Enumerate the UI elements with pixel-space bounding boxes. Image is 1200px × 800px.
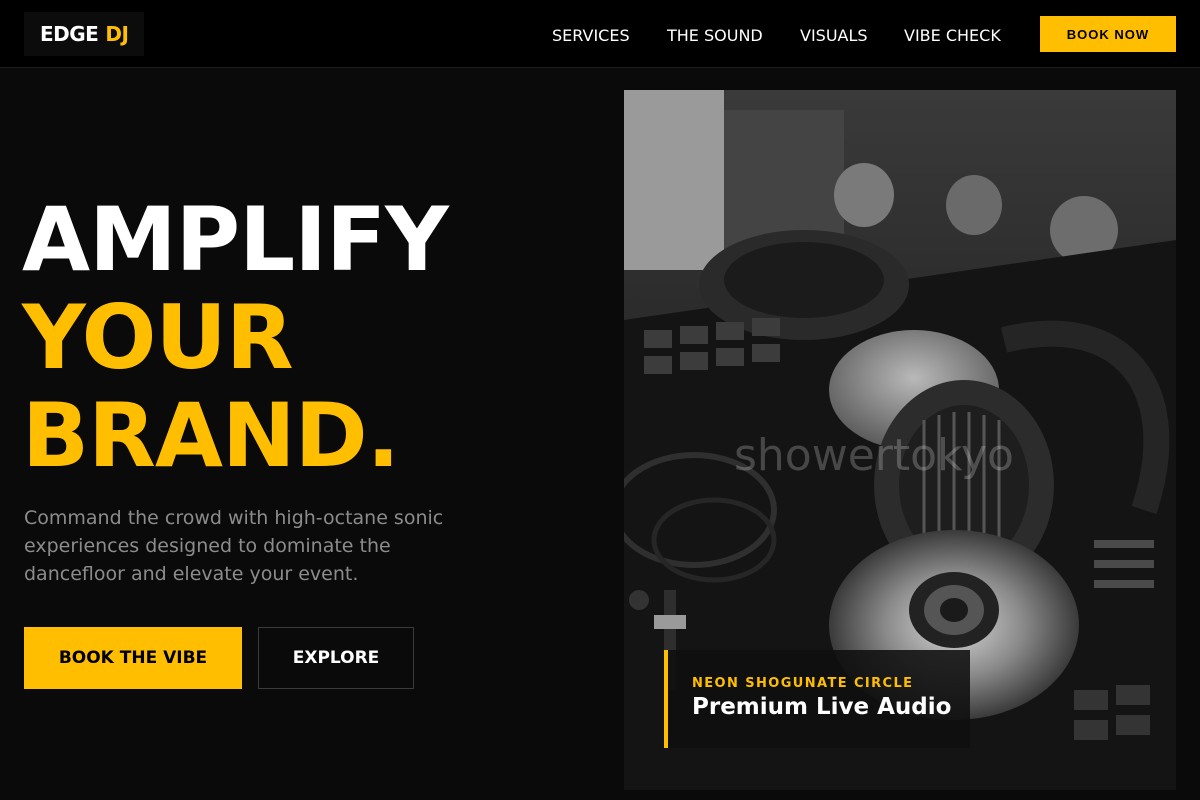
nav-item-services[interactable]: SERVICES <box>552 26 630 45</box>
hero-subtitle: Command the crowd with high-octane sonic… <box>24 507 444 585</box>
book-now-button[interactable]: BOOK NOW <box>1040 16 1176 52</box>
nav-item-the-sound[interactable]: THE SOUND <box>667 26 763 45</box>
top-navigation: EDGE DJ SERVICES THE SOUND VISUALS VIBE … <box>0 0 1200 68</box>
feature-caption-card: NEON SHOGUNATE CIRCLE Premium Live Audio <box>664 650 970 748</box>
caption-title: Premium Live Audio <box>692 694 952 720</box>
nav-item-visuals[interactable]: VISUALS <box>800 26 868 45</box>
explore-button[interactable]: EXPLORE <box>258 627 414 689</box>
photo-watermark: showertokyo <box>734 430 1014 481</box>
logo-main-text: EDGE <box>40 22 99 46</box>
nav-item-vibe-check[interactable]: VIBE CHECK <box>904 26 1001 45</box>
logo-accent-text: DJ <box>105 22 129 46</box>
caption-kicker: NEON SHOGUNATE CIRCLE <box>692 676 914 691</box>
brand-logo[interactable]: EDGE DJ <box>24 12 145 56</box>
book-the-vibe-button[interactable]: BOOK THE VIBE <box>24 627 242 689</box>
hero-headline-line-2: YOUR <box>22 286 294 389</box>
hero-headline-line-1: AMPLIFY <box>22 188 449 291</box>
hero-headline-line-3: BRAND. <box>22 384 400 487</box>
